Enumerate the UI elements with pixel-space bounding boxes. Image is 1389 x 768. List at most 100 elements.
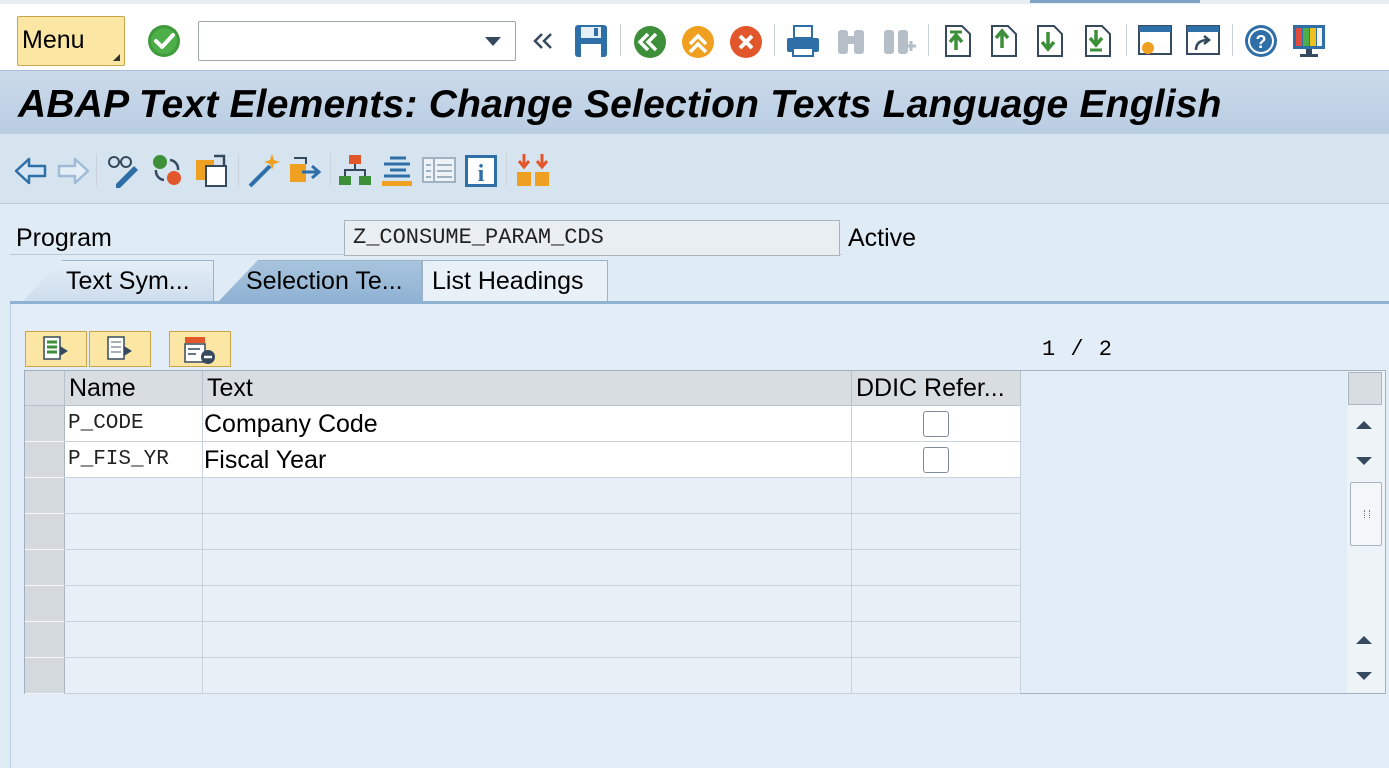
column-header-label: Text (207, 374, 253, 402)
hierarchy-icon[interactable] (336, 150, 374, 190)
menu-button[interactable]: Menu (17, 16, 125, 66)
page-down-icon[interactable] (1356, 672, 1372, 680)
program-field: Z_CONSUME_PARAM_CDS (344, 220, 840, 256)
row-selector[interactable] (25, 406, 65, 442)
cell-text-input[interactable] (203, 514, 852, 550)
tab-list-headings[interactable]: List Headings (422, 260, 608, 302)
scroll-down-icon[interactable] (1356, 457, 1372, 465)
cell-name[interactable]: P_CODE (65, 406, 203, 442)
command-input[interactable] (205, 23, 475, 59)
vertical-scrollbar[interactable] (1347, 371, 1385, 693)
activate-icon[interactable] (244, 150, 282, 190)
table-row-empty (25, 586, 1021, 622)
column-header-ddic-reference[interactable]: DDIC Refer... (852, 371, 1021, 406)
toolbar-separator (620, 24, 621, 56)
scrollbar-thumb[interactable] (1350, 482, 1382, 546)
find-next-icon[interactable] (880, 20, 918, 60)
column-header-name[interactable]: Name (65, 371, 203, 406)
cell-name[interactable] (65, 478, 203, 514)
analyze-icon[interactable] (378, 150, 416, 190)
save-icon[interactable] (572, 20, 610, 60)
tab-label: Selection Te... (246, 267, 403, 295)
deselect-all-button[interactable] (89, 331, 151, 367)
row-selector[interactable] (25, 514, 65, 550)
expand-history-icon[interactable] (528, 20, 558, 60)
cell-name[interactable] (65, 550, 203, 586)
cell-name[interactable] (65, 658, 203, 694)
table-row-empty (25, 622, 1021, 658)
row-selector[interactable] (25, 658, 65, 694)
column-header-label: DDIC Refer... (856, 374, 1005, 402)
info-icon[interactable]: i (462, 150, 500, 190)
cell-text-input[interactable]: Fiscal Year (203, 442, 852, 478)
toolbar-separator (774, 24, 775, 56)
shortcut-icon[interactable] (1184, 20, 1222, 60)
last-page-icon[interactable] (1078, 20, 1116, 60)
print-icon[interactable] (784, 20, 822, 60)
row-selector[interactable] (25, 622, 65, 658)
other-object-icon[interactable] (148, 150, 186, 190)
forward-arrow-icon[interactable] (54, 150, 92, 190)
column-header-text[interactable]: Text (203, 371, 852, 406)
row-selector[interactable] (25, 442, 65, 478)
cell-ddic (852, 586, 1021, 622)
program-label: Program (16, 224, 112, 252)
row-selector[interactable] (25, 478, 65, 514)
enter-check-icon[interactable] (145, 20, 183, 60)
exit-icon[interactable] (678, 20, 716, 60)
tab-label: Text Sym... (66, 267, 190, 295)
cell-name[interactable]: P_FIS_YR (65, 442, 203, 478)
select-all-icon (43, 336, 68, 360)
cell-text-input[interactable] (203, 658, 852, 694)
svg-text:i: i (478, 161, 485, 187)
chevron-down-icon[interactable] (485, 37, 501, 46)
tab-selection-texts[interactable]: Selection Te... (218, 260, 422, 302)
ddic-reference-checkbox[interactable] (923, 447, 949, 473)
next-page-icon[interactable] (1030, 20, 1068, 60)
cell-ddic (852, 550, 1021, 586)
first-page-icon[interactable] (938, 20, 976, 60)
cell-name[interactable] (65, 586, 203, 622)
table-row-empty (25, 550, 1021, 586)
list-icon[interactable] (420, 150, 458, 190)
menu-corner-indicator (113, 54, 120, 61)
row-selector[interactable] (25, 550, 65, 586)
row-selector[interactable] (25, 586, 65, 622)
cell-text-input[interactable]: Company Code (203, 406, 852, 442)
delete-row-button[interactable] (169, 331, 231, 367)
select-all-cell[interactable] (25, 371, 65, 406)
table-settings-cell[interactable] (1348, 372, 1382, 405)
scroll-up-icon[interactable] (1356, 421, 1372, 429)
cell-name[interactable] (65, 622, 203, 658)
application-toolbar: i (0, 134, 1389, 204)
cell-text-input[interactable] (203, 550, 852, 586)
compare-icon[interactable] (514, 150, 552, 190)
help-icon[interactable]: ? (1242, 20, 1280, 60)
page-title: ABAP Text Elements: Change Selection Tex… (18, 83, 1222, 126)
copy-object-icon[interactable] (192, 150, 230, 190)
select-all-button[interactable] (25, 331, 87, 367)
find-icon[interactable] (832, 20, 870, 60)
page-up-icon[interactable] (1356, 636, 1372, 644)
table-row: P_CODE Company Code (25, 406, 1021, 442)
display-change-icon[interactable] (104, 150, 142, 190)
back-icon[interactable] (630, 20, 668, 60)
ddic-reference-checkbox[interactable] (923, 411, 949, 437)
cell-text-input[interactable] (203, 478, 852, 514)
command-field[interactable] (198, 21, 516, 61)
cancel-icon[interactable] (726, 20, 764, 60)
title-bar: ABAP Text Elements: Change Selection Tex… (0, 70, 1389, 134)
new-session-icon[interactable] (1136, 20, 1174, 60)
cell-text-input[interactable] (203, 586, 852, 622)
table-row-empty (25, 478, 1021, 514)
tab-text-symbols[interactable]: Text Sym... (22, 260, 214, 302)
cell-name[interactable] (65, 514, 203, 550)
customize-layout-icon[interactable] (1290, 20, 1328, 60)
column-header-label: Name (69, 374, 136, 402)
delete-row-icon (184, 337, 215, 364)
back-arrow-icon[interactable] (12, 150, 50, 190)
system-toolbar: Menu ? (0, 0, 1389, 70)
transport-icon[interactable] (286, 150, 324, 190)
cell-text-input[interactable] (203, 622, 852, 658)
previous-page-icon[interactable] (984, 20, 1022, 60)
